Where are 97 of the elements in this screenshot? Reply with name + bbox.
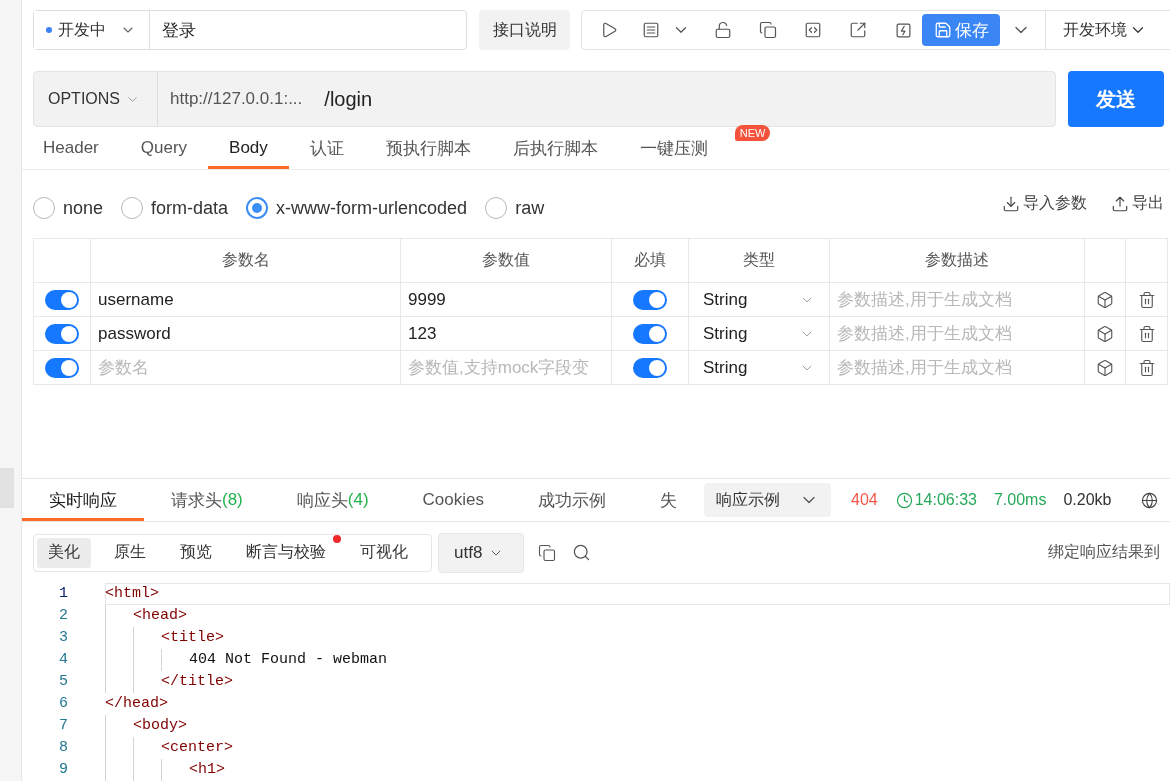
tab[interactable]: Cookies xyxy=(395,479,511,521)
toggle-switch[interactable] xyxy=(45,289,79,310)
code-line: <head> xyxy=(133,607,187,624)
code-line: <body> xyxy=(133,717,187,734)
line-number: 1 xyxy=(58,584,68,604)
toggle-switch[interactable] xyxy=(633,289,667,310)
response-size: 0.20kb xyxy=(1063,491,1112,509)
title-field[interactable]: 登录 xyxy=(150,11,466,49)
toggle-switch[interactable] xyxy=(633,357,667,378)
tab[interactable]: 请求头(8) xyxy=(144,479,270,521)
view-mode-button[interactable]: 原生 xyxy=(103,537,157,568)
status-select[interactable]: 开发中 xyxy=(34,11,150,49)
tab[interactable]: 预执行脚本 xyxy=(364,127,492,169)
tab[interactable]: 实时响应 xyxy=(22,479,144,521)
copy-icon[interactable] xyxy=(538,543,556,562)
tab[interactable]: 响应头(4) xyxy=(269,479,396,521)
line-number: 2 xyxy=(58,606,68,626)
response-duration: 7.00ms xyxy=(993,491,1047,509)
status-code: 404 xyxy=(851,491,878,509)
view-mode-button[interactable]: 预览 xyxy=(169,537,223,568)
code-line: 404 Not Found - webman xyxy=(189,651,388,668)
external-link-icon[interactable] xyxy=(849,21,867,39)
upload-icon xyxy=(1111,194,1129,213)
trash-icon[interactable] xyxy=(1137,325,1156,343)
save-icon xyxy=(933,21,952,39)
toggle-switch[interactable] xyxy=(45,357,79,378)
padlock-icon[interactable] xyxy=(714,21,732,39)
column-header: 必填 xyxy=(611,238,689,283)
response-time: 14:06:33 xyxy=(914,491,977,509)
code-line: <html> xyxy=(105,585,159,602)
toggle-switch[interactable] xyxy=(45,323,79,344)
param-name-field[interactable]: username xyxy=(90,282,401,317)
line-number: 8 xyxy=(58,738,68,758)
trash-icon[interactable] xyxy=(1137,291,1156,309)
code-line: <h1> xyxy=(189,761,225,778)
new-badge: NEW xyxy=(734,125,771,141)
cube-icon[interactable] xyxy=(1096,325,1114,343)
radio-button[interactable] xyxy=(33,197,55,219)
clock-icon xyxy=(895,491,913,509)
example-select[interactable]: 响应示例 xyxy=(704,483,831,517)
view-mode-button[interactable]: 美化 xyxy=(37,537,91,568)
method-select[interactable]: OPTIONS xyxy=(34,72,158,126)
line-number: 3 xyxy=(58,628,68,648)
column-header: 参数名 xyxy=(90,238,401,283)
status-dot-icon xyxy=(46,27,52,33)
code-line: </title> xyxy=(161,673,233,690)
code-line: </head> xyxy=(105,695,168,712)
copy-icon[interactable] xyxy=(759,21,777,39)
tab[interactable]: 后执行脚本 xyxy=(491,127,619,169)
radio-label: x-www-form-urlencoded xyxy=(276,197,468,219)
line-number: 4 xyxy=(58,650,68,670)
tab[interactable]: 失 xyxy=(633,479,704,521)
download-icon xyxy=(1002,194,1020,213)
param-value-field[interactable]: 123 xyxy=(400,316,612,351)
param-value-field[interactable]: 9999 xyxy=(400,282,612,317)
tab[interactable]: 成功示例 xyxy=(511,479,633,521)
play-icon[interactable] xyxy=(600,21,618,39)
save-button[interactable]: 保存 xyxy=(922,14,1000,46)
cube-icon[interactable] xyxy=(1096,291,1114,309)
line-number: 9 xyxy=(58,760,68,780)
tab[interactable]: Query xyxy=(119,127,209,169)
code-line: <center> xyxy=(161,739,233,756)
code-line: <title> xyxy=(161,629,224,646)
view-mode-button[interactable]: 可视化 xyxy=(349,537,419,568)
doc-button[interactable]: 接口说明 xyxy=(479,10,570,50)
column-header: 参数描述 xyxy=(829,238,1085,283)
view-mode-button[interactable]: 断言与校验 xyxy=(235,537,337,568)
globe-icon[interactable] xyxy=(1141,491,1158,509)
bind-response-link[interactable]: 绑定响应结果到 xyxy=(1048,542,1160,563)
tab[interactable]: 认证 xyxy=(288,127,365,169)
lightning-square-icon[interactable] xyxy=(894,21,912,39)
radio-button[interactable] xyxy=(246,197,269,219)
trash-icon[interactable] xyxy=(1137,359,1156,377)
line-number: 7 xyxy=(58,716,68,736)
environment-select[interactable]: 开发环境 xyxy=(1055,19,1147,41)
radio-button[interactable] xyxy=(485,197,508,219)
radio-label: form-data xyxy=(151,197,229,219)
search-icon[interactable] xyxy=(572,543,591,562)
line-number: 5 xyxy=(58,672,68,692)
tab[interactable]: Body xyxy=(208,127,289,169)
import-button[interactable]: 导入参数 xyxy=(1002,193,1087,214)
send-button[interactable]: 发送 xyxy=(1068,71,1164,127)
url-field[interactable]: http://127.0.0.1:... /login xyxy=(158,72,1055,126)
tab[interactable]: Header xyxy=(22,127,120,169)
cube-icon[interactable] xyxy=(1096,359,1114,377)
code-icon[interactable] xyxy=(804,21,822,39)
column-header: 参数值 xyxy=(400,238,612,283)
param-name-field[interactable]: password xyxy=(90,316,401,351)
encoding-select[interactable]: utf8 xyxy=(438,532,524,573)
radio-label: raw xyxy=(515,197,545,219)
toggle-switch[interactable] xyxy=(633,323,667,344)
radio-button[interactable] xyxy=(121,197,144,219)
column-header: 类型 xyxy=(688,238,830,283)
menu-square-icon[interactable] xyxy=(642,21,660,39)
export-button[interactable]: 导出 xyxy=(1111,193,1164,214)
line-number: 6 xyxy=(58,694,68,714)
radio-label: none xyxy=(63,197,104,219)
